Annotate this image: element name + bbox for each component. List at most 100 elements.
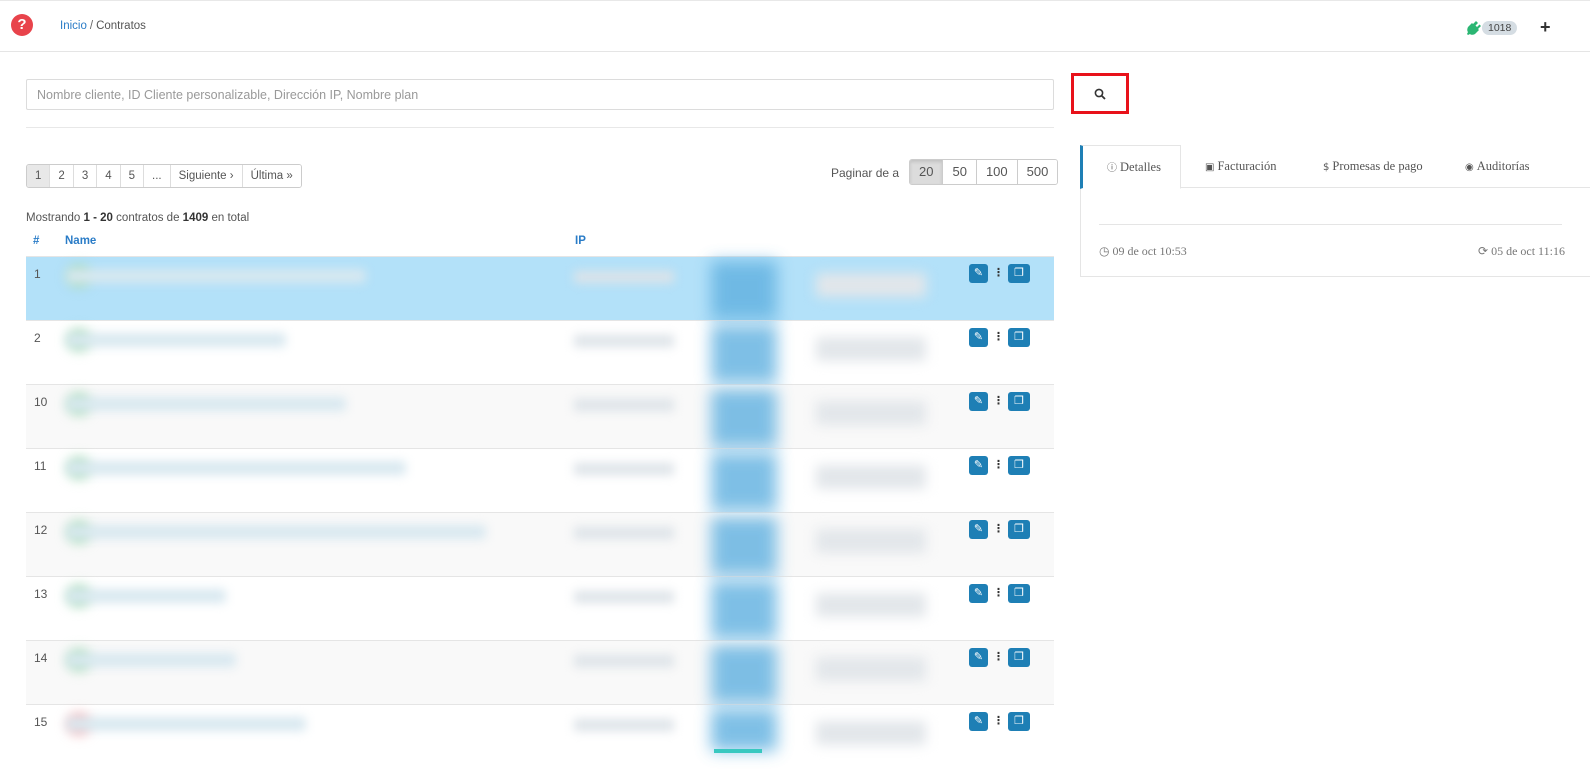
row-number: 15 (34, 715, 48, 729)
question-circle-icon[interactable]: ? (11, 14, 33, 36)
search-button[interactable] (1071, 73, 1129, 114)
kebab-menu-icon[interactable]: ⋮ (993, 521, 1004, 537)
pencil-icon[interactable]: ✎ (969, 264, 988, 283)
pencil-icon[interactable]: ✎ (969, 392, 988, 411)
breadcrumb: Inicio / Contratos (60, 20, 146, 32)
page-button-3[interactable]: 3 (73, 165, 98, 187)
tab-facturacion[interactable]: ▣ Facturación (1205, 145, 1276, 188)
pencil-icon[interactable]: ✎ (969, 712, 988, 731)
kebab-menu-icon[interactable]: ⋮ (993, 649, 1004, 665)
tab-auditorias[interactable]: ◉ Auditorías (1465, 145, 1530, 188)
table-row[interactable]: 11 ✎ ⋮ ❐ (26, 448, 1054, 512)
table-row[interactable]: 14 ✎ ⋮ ❐ (26, 640, 1054, 704)
plus-icon[interactable]: + (1540, 17, 1551, 37)
copy-icon[interactable]: ❐ (1008, 648, 1030, 667)
pencil-icon[interactable]: ✎ (969, 520, 988, 539)
per-page-500[interactable]: 500 (1017, 160, 1058, 184)
row-number: 13 (34, 587, 48, 601)
tab-promesas-de-pago[interactable]: $ Promesas de pago (1323, 145, 1423, 188)
tab-label: Promesas de pago (1332, 159, 1423, 173)
details-redacted (816, 593, 926, 617)
column-header-number[interactable]: # (33, 235, 39, 247)
page-button-5[interactable]: 5 (120, 165, 145, 187)
summary-suffix: en total (211, 212, 250, 224)
copy-icon[interactable]: ❐ (1008, 584, 1030, 603)
details-redacted (816, 465, 926, 489)
kebab-menu-icon[interactable]: ⋮ (993, 713, 1004, 729)
tab-detalles[interactable]: ⓘ Detalles (1080, 145, 1181, 189)
table-row[interactable]: 13 ✎ ⋮ ❐ (26, 576, 1054, 640)
search-input[interactable] (26, 79, 1054, 110)
client-name-redacted (66, 397, 346, 411)
table-row[interactable]: 15 ✎ ⋮ ❐ (26, 704, 1054, 751)
copy-icon[interactable]: ❐ (1008, 392, 1030, 411)
summary-prefix: Mostrando (26, 212, 81, 224)
kebab-menu-icon[interactable]: ⋮ (993, 393, 1004, 409)
column-header-name[interactable]: Name (65, 235, 96, 247)
pencil-icon[interactable]: ✎ (969, 456, 988, 475)
pencil-icon[interactable]: ✎ (969, 648, 988, 667)
next-page-button[interactable]: Siguiente › (170, 165, 243, 187)
ip-redacted (574, 335, 674, 347)
copy-icon[interactable]: ❐ (1008, 328, 1030, 347)
copy-icon[interactable]: ❐ (1008, 520, 1030, 539)
ip-redacted (574, 591, 674, 603)
plan-badge-redacted (711, 581, 777, 639)
plan-badge-redacted (711, 261, 777, 319)
per-page-20[interactable]: 20 (910, 160, 944, 184)
details-redacted (816, 721, 926, 745)
details-redacted (816, 337, 926, 361)
pencil-icon[interactable]: ✎ (969, 584, 988, 603)
details-redacted (816, 273, 926, 297)
connection-count-badge: 1018 (1482, 21, 1518, 35)
row-number: 1 (34, 267, 41, 281)
client-name-redacted (66, 333, 286, 347)
table-row[interactable]: 10 ✎ ⋮ ❐ (26, 384, 1054, 448)
breadcrumb-current: Contratos (96, 20, 146, 32)
client-name-redacted (66, 589, 226, 603)
plan-badge-redacted (711, 645, 777, 703)
ip-redacted (574, 719, 674, 731)
column-header-ip[interactable]: IP (575, 235, 586, 247)
client-name-redacted (66, 525, 486, 539)
page-button-2[interactable]: 2 (50, 165, 74, 187)
summary-total: 1409 (182, 212, 209, 224)
plan-badge-redacted (711, 709, 777, 751)
last-page-button[interactable]: Última » (242, 165, 301, 187)
panel-divider (1099, 224, 1562, 225)
table-row[interactable]: 2 ✎ ⋮ ❐ (26, 320, 1054, 384)
kebab-menu-icon[interactable]: ⋮ (993, 329, 1004, 345)
plan-badge-redacted (711, 325, 777, 383)
divider (26, 127, 1054, 128)
search-icon (1094, 88, 1106, 100)
created-date: ◷ 09 de oct 10:53 (1099, 244, 1187, 259)
row-number: 2 (34, 331, 41, 345)
per-page-50[interactable]: 50 (943, 160, 977, 184)
page-button-1[interactable]: 1 (27, 165, 51, 187)
per-page-100[interactable]: 100 (976, 160, 1018, 184)
created-date-text: 09 de oct 10:53 (1112, 244, 1187, 258)
dollar-icon: $ (1323, 162, 1330, 173)
plug-icon[interactable] (1466, 20, 1482, 36)
copy-icon[interactable]: ❐ (1008, 456, 1030, 475)
eye-icon: ◉ (1465, 162, 1474, 173)
row-number: 11 (34, 459, 47, 473)
scroll-indicator (714, 749, 762, 753)
ip-redacted (574, 527, 674, 539)
copy-icon[interactable]: ❐ (1008, 264, 1030, 283)
pencil-icon[interactable]: ✎ (969, 328, 988, 347)
table-row[interactable]: 1 ✎ ⋮ ❐ (26, 256, 1054, 320)
top-bar: ? Inicio / Contratos 1018 + (0, 0, 1590, 52)
details-redacted (816, 529, 926, 553)
page-button-4[interactable]: 4 (97, 165, 121, 187)
copy-icon[interactable]: ❐ (1008, 712, 1030, 731)
table-row[interactable]: 12 ✎ ⋮ ❐ (26, 512, 1054, 576)
details-redacted (816, 657, 926, 681)
tab-label: Auditorías (1476, 159, 1530, 173)
kebab-menu-icon[interactable]: ⋮ (993, 265, 1004, 281)
summary-range: 1 - 20 (83, 212, 113, 224)
tab-label: Detalles (1120, 160, 1161, 174)
kebab-menu-icon[interactable]: ⋮ (993, 585, 1004, 601)
breadcrumb-home-link[interactable]: Inicio (60, 20, 87, 32)
kebab-menu-icon[interactable]: ⋮ (993, 457, 1004, 473)
